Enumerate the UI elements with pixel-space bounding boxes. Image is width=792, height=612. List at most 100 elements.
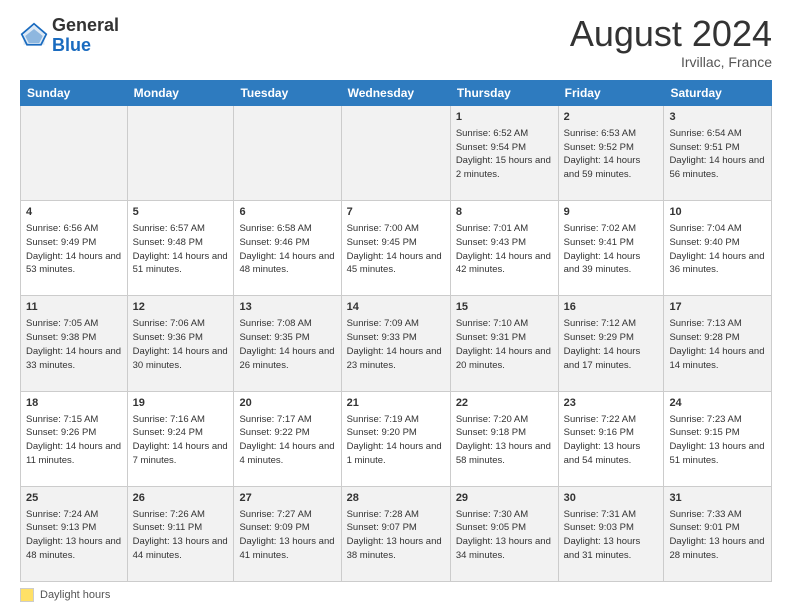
calendar-day-cell: 13Sunrise: 7:08 AMSunset: 9:35 PMDayligh… bbox=[234, 296, 341, 391]
day-info-line: Daylight: 14 hours and 42 minutes. bbox=[456, 250, 553, 278]
calendar-day-cell: 25Sunrise: 7:24 AMSunset: 9:13 PMDayligh… bbox=[21, 486, 128, 581]
calendar-day-cell: 27Sunrise: 7:27 AMSunset: 9:09 PMDayligh… bbox=[234, 486, 341, 581]
day-info-line: Daylight: 13 hours and 48 minutes. bbox=[26, 535, 122, 563]
calendar-day-cell bbox=[234, 106, 341, 201]
page: General Blue August 2024 Irvillac, Franc… bbox=[0, 0, 792, 612]
day-number: 9 bbox=[564, 205, 659, 221]
calendar-day-cell: 3Sunrise: 6:54 AMSunset: 9:51 PMDaylight… bbox=[664, 106, 772, 201]
day-info-line: Sunset: 9:48 PM bbox=[133, 236, 229, 250]
day-info-line: Daylight: 13 hours and 54 minutes. bbox=[564, 440, 659, 468]
day-info-line: Daylight: 13 hours and 41 minutes. bbox=[239, 535, 335, 563]
day-number: 21 bbox=[347, 396, 445, 412]
calendar-week-row: 18Sunrise: 7:15 AMSunset: 9:26 PMDayligh… bbox=[21, 391, 772, 486]
day-number: 27 bbox=[239, 491, 335, 507]
day-info-line: Sunrise: 7:09 AM bbox=[347, 317, 445, 331]
day-info-line: Daylight: 14 hours and 48 minutes. bbox=[239, 250, 335, 278]
day-info-line: Daylight: 14 hours and 53 minutes. bbox=[26, 250, 122, 278]
calendar-day-cell bbox=[341, 106, 450, 201]
day-info-line: Sunrise: 6:52 AM bbox=[456, 127, 553, 141]
logo-general: General bbox=[52, 15, 119, 35]
day-info-line: Sunrise: 7:01 AM bbox=[456, 222, 553, 236]
footer: Daylight hours bbox=[20, 588, 772, 602]
day-info-line: Sunrise: 7:10 AM bbox=[456, 317, 553, 331]
day-info-line: Sunrise: 7:06 AM bbox=[133, 317, 229, 331]
calendar-week-row: 1Sunrise: 6:52 AMSunset: 9:54 PMDaylight… bbox=[21, 106, 772, 201]
calendar-day-cell: 26Sunrise: 7:26 AMSunset: 9:11 PMDayligh… bbox=[127, 486, 234, 581]
day-info-line: Daylight: 14 hours and 11 minutes. bbox=[26, 440, 122, 468]
calendar-day-cell: 22Sunrise: 7:20 AMSunset: 9:18 PMDayligh… bbox=[450, 391, 558, 486]
day-info-line: Sunrise: 7:17 AM bbox=[239, 413, 335, 427]
calendar-day-cell: 31Sunrise: 7:33 AMSunset: 9:01 PMDayligh… bbox=[664, 486, 772, 581]
calendar-day-cell: 19Sunrise: 7:16 AMSunset: 9:24 PMDayligh… bbox=[127, 391, 234, 486]
day-number: 10 bbox=[669, 205, 766, 221]
calendar-day-cell: 17Sunrise: 7:13 AMSunset: 9:28 PMDayligh… bbox=[664, 296, 772, 391]
day-info-line: Sunrise: 7:19 AM bbox=[347, 413, 445, 427]
day-number: 20 bbox=[239, 396, 335, 412]
calendar-day-cell: 16Sunrise: 7:12 AMSunset: 9:29 PMDayligh… bbox=[558, 296, 664, 391]
day-info-line: Sunrise: 7:24 AM bbox=[26, 508, 122, 522]
header: General Blue August 2024 Irvillac, Franc… bbox=[20, 16, 772, 70]
day-info-line: Sunset: 9:01 PM bbox=[669, 521, 766, 535]
day-number: 29 bbox=[456, 491, 553, 507]
day-info-line: Sunset: 9:52 PM bbox=[564, 141, 659, 155]
day-info-line: Daylight: 13 hours and 38 minutes. bbox=[347, 535, 445, 563]
day-info-line: Daylight: 14 hours and 14 minutes. bbox=[669, 345, 766, 373]
calendar-day-cell: 29Sunrise: 7:30 AMSunset: 9:05 PMDayligh… bbox=[450, 486, 558, 581]
calendar-day-cell: 14Sunrise: 7:09 AMSunset: 9:33 PMDayligh… bbox=[341, 296, 450, 391]
day-info-line: Daylight: 14 hours and 23 minutes. bbox=[347, 345, 445, 373]
day-info-line: Sunset: 9:13 PM bbox=[26, 521, 122, 535]
day-info-line: Sunrise: 6:56 AM bbox=[26, 222, 122, 236]
day-info-line: Sunset: 9:15 PM bbox=[669, 426, 766, 440]
day-number: 24 bbox=[669, 396, 766, 412]
dow-header: Sunday bbox=[21, 81, 128, 106]
day-number: 6 bbox=[239, 205, 335, 221]
calendar-day-cell bbox=[127, 106, 234, 201]
day-info-line: Sunrise: 7:13 AM bbox=[669, 317, 766, 331]
logo-blue: Blue bbox=[52, 35, 91, 55]
day-number: 19 bbox=[133, 396, 229, 412]
day-info-line: Sunrise: 7:30 AM bbox=[456, 508, 553, 522]
legend-label: Daylight hours bbox=[40, 589, 110, 601]
day-info-line: Sunrise: 7:27 AM bbox=[239, 508, 335, 522]
day-info-line: Sunset: 9:28 PM bbox=[669, 331, 766, 345]
day-info-line: Sunset: 9:38 PM bbox=[26, 331, 122, 345]
calendar-day-cell: 12Sunrise: 7:06 AMSunset: 9:36 PMDayligh… bbox=[127, 296, 234, 391]
day-info-line: Daylight: 14 hours and 30 minutes. bbox=[133, 345, 229, 373]
day-info-line: Daylight: 14 hours and 33 minutes. bbox=[26, 345, 122, 373]
day-number: 31 bbox=[669, 491, 766, 507]
calendar-day-cell: 11Sunrise: 7:05 AMSunset: 9:38 PMDayligh… bbox=[21, 296, 128, 391]
calendar-day-cell: 24Sunrise: 7:23 AMSunset: 9:15 PMDayligh… bbox=[664, 391, 772, 486]
dow-header: Monday bbox=[127, 81, 234, 106]
dow-header: Friday bbox=[558, 81, 664, 106]
day-info-line: Sunset: 9:33 PM bbox=[347, 331, 445, 345]
day-info-line: Sunrise: 7:23 AM bbox=[669, 413, 766, 427]
dow-header: Thursday bbox=[450, 81, 558, 106]
calendar-day-cell: 9Sunrise: 7:02 AMSunset: 9:41 PMDaylight… bbox=[558, 201, 664, 296]
day-info-line: Daylight: 13 hours and 44 minutes. bbox=[133, 535, 229, 563]
month-title: August 2024 bbox=[570, 16, 772, 52]
day-info-line: Sunrise: 6:57 AM bbox=[133, 222, 229, 236]
day-info-line: Sunset: 9:03 PM bbox=[564, 521, 659, 535]
day-info-line: Sunrise: 7:33 AM bbox=[669, 508, 766, 522]
day-info-line: Sunrise: 7:08 AM bbox=[239, 317, 335, 331]
day-number: 7 bbox=[347, 205, 445, 221]
day-info-line: Daylight: 14 hours and 20 minutes. bbox=[456, 345, 553, 373]
calendar-week-row: 11Sunrise: 7:05 AMSunset: 9:38 PMDayligh… bbox=[21, 296, 772, 391]
day-info-line: Daylight: 14 hours and 7 minutes. bbox=[133, 440, 229, 468]
day-info-line: Sunrise: 7:16 AM bbox=[133, 413, 229, 427]
day-number: 5 bbox=[133, 205, 229, 221]
day-number: 18 bbox=[26, 396, 122, 412]
day-info-line: Sunset: 9:24 PM bbox=[133, 426, 229, 440]
day-number: 14 bbox=[347, 300, 445, 316]
day-info-line: Daylight: 13 hours and 34 minutes. bbox=[456, 535, 553, 563]
day-info-line: Daylight: 13 hours and 28 minutes. bbox=[669, 535, 766, 563]
dow-header: Saturday bbox=[664, 81, 772, 106]
day-number: 17 bbox=[669, 300, 766, 316]
calendar-day-cell: 6Sunrise: 6:58 AMSunset: 9:46 PMDaylight… bbox=[234, 201, 341, 296]
day-info-line: Sunrise: 7:26 AM bbox=[133, 508, 229, 522]
day-number: 26 bbox=[133, 491, 229, 507]
day-info-line: Sunrise: 7:00 AM bbox=[347, 222, 445, 236]
calendar-day-cell: 10Sunrise: 7:04 AMSunset: 9:40 PMDayligh… bbox=[664, 201, 772, 296]
day-info-line: Sunrise: 7:22 AM bbox=[564, 413, 659, 427]
day-number: 1 bbox=[456, 110, 553, 126]
